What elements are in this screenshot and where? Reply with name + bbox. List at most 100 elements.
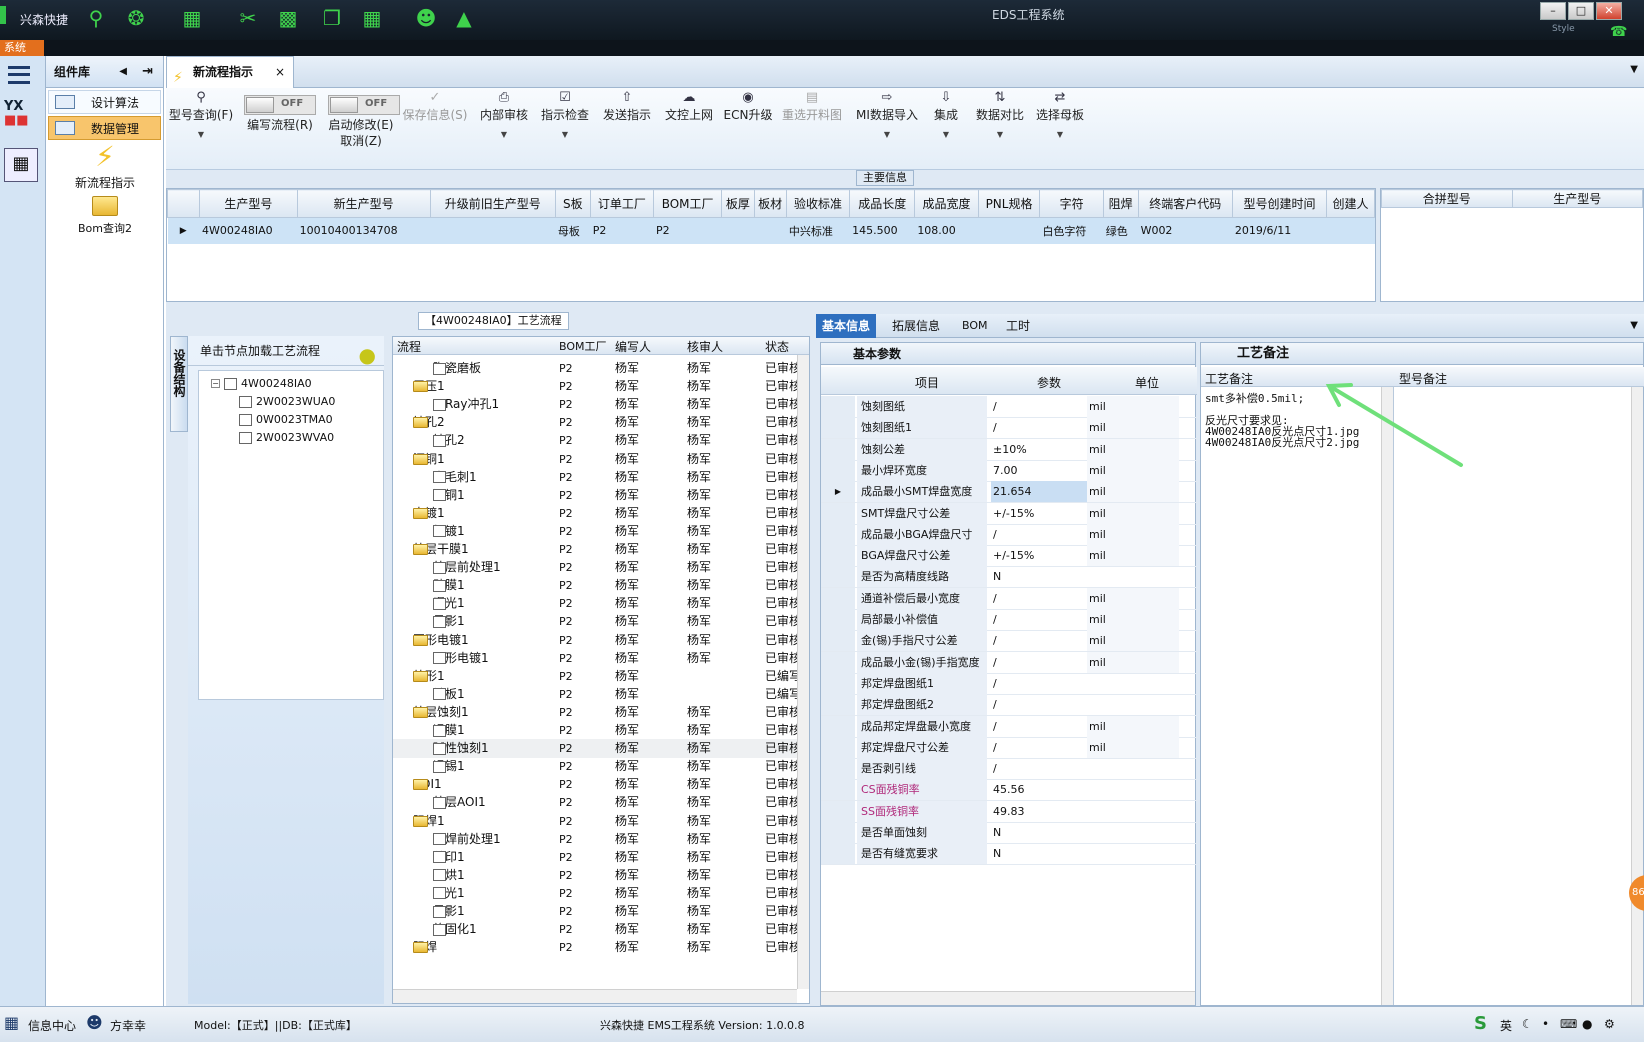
column-header[interactable]: 验收标准	[785, 189, 851, 218]
tab-bom[interactable]: BOM	[956, 314, 994, 338]
row-selector[interactable]	[821, 630, 855, 652]
flow-row[interactable]: 丝印1 P2 杨军 杨军 已审核	[393, 848, 809, 867]
row-selector[interactable]	[821, 694, 855, 716]
param-row[interactable]: 是否有缝宽要求 N	[821, 843, 1197, 866]
settings-wheel-icon[interactable]: ❂	[124, 6, 148, 30]
grid-cell[interactable]	[978, 217, 1041, 244]
param-value[interactable]: 7.00	[991, 460, 1087, 481]
tree-node[interactable]: 2W0023WUA0	[239, 395, 335, 408]
column-header[interactable]: 创建人	[1326, 189, 1375, 218]
column-header[interactable]: 订单工厂	[589, 189, 655, 218]
grid-cell[interactable]: P2	[590, 217, 655, 244]
maximize-button[interactable]: □	[1568, 2, 1594, 20]
param-row[interactable]: 邦定焊盘尺寸公差 / mil	[821, 736, 1197, 759]
tree-node-root[interactable]: − 4W00248IA0	[211, 377, 312, 390]
param-value[interactable]: +/-15%	[991, 503, 1087, 524]
param-value[interactable]: N	[991, 566, 1087, 587]
column-header[interactable]: 板材	[753, 189, 787, 218]
column-header[interactable]: 阻焊	[1102, 189, 1139, 218]
row-selector[interactable]	[821, 651, 855, 673]
save-info-button[interactable]: ✓ 保存信息(S)	[400, 90, 470, 123]
grid-cell[interactable]: 10010400134708	[297, 217, 431, 244]
collapse-left-icon[interactable]: ◀	[119, 56, 127, 88]
param-value[interactable]: +/-15%	[991, 545, 1087, 566]
param-row[interactable]: CS面残铜率 45.56	[821, 779, 1197, 802]
grid-cell[interactable]: 2019/6/11	[1232, 217, 1328, 244]
flow-row[interactable]: −图形电镀1 P2 杨军 杨军 已审核	[393, 631, 809, 650]
doc-upload-button[interactable]: ☁ 文控上网	[660, 90, 718, 123]
grid-cell[interactable]: W002	[1138, 217, 1233, 244]
column-header[interactable]: 成品长度	[849, 189, 916, 218]
tab-new-flow[interactable]: ⚡ 新流程指示 ×	[166, 56, 294, 88]
column-header[interactable]: 生产型号	[1511, 189, 1643, 208]
copy-icon[interactable]: ❐	[320, 6, 344, 30]
flow-row[interactable]: 陶瓷磨板 P2 杨军 杨军 已审核	[393, 359, 809, 378]
select-master-button[interactable]: ⇄ 选择母板 ▼	[1032, 90, 1088, 142]
device-structure-tab[interactable]: 设备结构	[170, 336, 188, 432]
flow-row[interactable]: 图形电镀1 P2 杨军 杨军 已审核	[393, 649, 809, 668]
pin-icon[interactable]: ⇥	[142, 56, 153, 88]
row-selector[interactable]	[821, 523, 855, 545]
param-value[interactable]: /	[991, 588, 1087, 609]
grid-cell[interactable]: 绿色	[1103, 217, 1139, 244]
apps-icon[interactable]: ▦	[360, 6, 384, 30]
column-header[interactable]: 字符	[1039, 189, 1104, 218]
scissors-icon[interactable]: ✂	[236, 6, 260, 30]
param-value[interactable]: /	[991, 737, 1087, 758]
param-value[interactable]: /	[991, 673, 1087, 694]
tree-node[interactable]: 0W0023TMA0	[239, 413, 333, 426]
param-value[interactable]: N	[991, 822, 1087, 843]
row-selector[interactable]	[821, 587, 855, 609]
row-selector[interactable]	[821, 609, 855, 630]
row-selector[interactable]	[821, 417, 855, 439]
param-row[interactable]: BGA焊盘尺寸公差 +/-15% mil	[821, 545, 1197, 568]
flow-row[interactable]: −阻焊1 P2 杨军 杨军 已审核	[393, 812, 809, 831]
param-row[interactable]: SS面残铜率 49.83	[821, 800, 1197, 823]
start-modify-toggle[interactable]: OFF	[328, 95, 400, 115]
flow-row[interactable]: −外形1 P2 杨军 已编写	[393, 667, 809, 686]
column-header[interactable]: 流程	[397, 338, 421, 355]
cancel-label[interactable]: 取消(Z)	[318, 134, 404, 149]
params-horizontal-scrollbar[interactable]	[821, 991, 1195, 1005]
flow-row[interactable]: 终固化1 P2 杨军 杨军 已审核	[393, 920, 809, 939]
row-selector[interactable]	[821, 779, 855, 801]
remarks-scrollbar[interactable]	[1381, 387, 1393, 1005]
param-row[interactable]: 蚀刻图纸 / mil	[821, 396, 1197, 418]
param-value[interactable]: /	[991, 396, 1087, 417]
flow-row[interactable]: −阻焊 P2 杨军 杨军 已审核	[393, 938, 809, 957]
param-row[interactable]: ▶ 成品最小SMT焊盘宽度 21.654 mil	[821, 481, 1197, 504]
grid-cell[interactable]: 4W00248IA0	[199, 217, 298, 244]
menu-icon[interactable]	[8, 66, 30, 84]
close-tab-icon[interactable]: ×	[275, 57, 285, 87]
write-flow-toggle[interactable]: OFF	[244, 95, 316, 115]
row-selector[interactable]	[821, 459, 855, 481]
flow-row[interactable]: 碱性蚀刻1 P2 杨军 杨军 已审核	[393, 739, 809, 759]
punctuation-icon[interactable]: •	[1542, 1017, 1549, 1031]
grid-cell[interactable]: 白色字符	[1039, 217, 1104, 244]
param-row[interactable]: 邦定焊盘图纸2/	[821, 694, 1197, 717]
integrate-button[interactable]: ⇩ 集成 ▼	[926, 90, 966, 142]
param-value[interactable]: ±10%	[991, 439, 1087, 460]
keyboard-icon[interactable]: ⌨	[1560, 1017, 1577, 1031]
param-row[interactable]: 成品最小金(锡)手指宽度 / mil	[821, 651, 1197, 674]
user-icon[interactable]: ☻	[414, 6, 438, 30]
column-header[interactable]: PNL规格	[977, 189, 1041, 218]
data-compare-button[interactable]: ⇅ 数据对比 ▼	[972, 90, 1028, 142]
minimize-button[interactable]: –	[1540, 2, 1566, 20]
new-flow-shortcut[interactable]: ⚡ 新流程指示	[46, 140, 164, 191]
param-value[interactable]: /	[991, 716, 1087, 737]
column-header[interactable]: 核审人	[687, 338, 723, 355]
column-header[interactable]: 新生产型号	[296, 189, 431, 218]
param-row[interactable]: 是否单面蚀刻 N	[821, 822, 1197, 844]
param-value[interactable]: N	[991, 843, 1087, 864]
grid-cell[interactable]: 108.00	[914, 217, 979, 244]
flow-row[interactable]: −外层蚀刻1 P2 杨军 杨军 已审核	[393, 703, 809, 722]
param-value[interactable]: /	[991, 609, 1087, 630]
param-row[interactable]: 通道补偿后最小宽度 / mil	[821, 587, 1197, 610]
flow-row[interactable]: 曝光1 P2 杨军 杨军 已审核	[393, 594, 809, 613]
flow-row[interactable]: X-Ray冲孔1 P2 杨军 杨军 已审核	[393, 395, 809, 414]
param-row[interactable]: 蚀刻图纸1/mil	[821, 417, 1197, 440]
flow-row[interactable]: 钻孔2 P2 杨军 杨军 已审核	[393, 431, 809, 450]
flow-row[interactable]: 铣板1 P2 杨军 已编写	[393, 685, 809, 704]
flow-row[interactable]: −沉铜1 P2 杨军 杨军 已审核	[393, 450, 809, 469]
